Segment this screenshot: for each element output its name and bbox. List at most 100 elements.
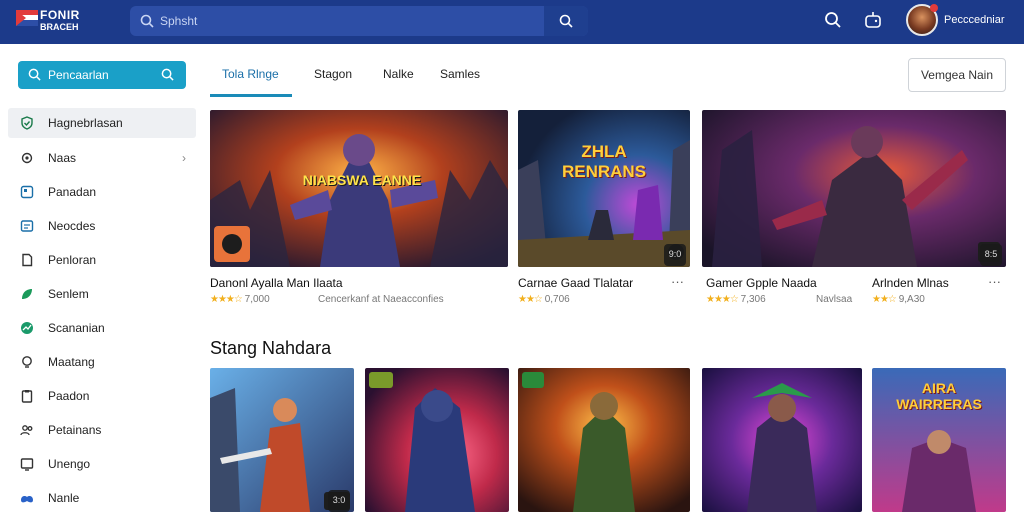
game-title-0[interactable]: Danonl Ayalla Man Ilaata — [210, 276, 343, 290]
game-rating-count: 0,706 — [544, 294, 570, 305]
rating-stars-icon: ★★★☆ — [706, 294, 739, 305]
bulb-icon — [22, 356, 32, 368]
sidebar: Pencaarlan Hagnebrlasan Naas › Panadan N… — [0, 44, 200, 512]
notification-dot — [930, 4, 938, 12]
gamepad-icon — [21, 496, 33, 503]
sidebar-item-label: Nanle — [48, 491, 80, 505]
clipboard-icon — [21, 390, 33, 403]
sidebar-item-7[interactable]: Maatang — [8, 347, 196, 377]
game-rating-2: ★★★☆ 7,306 — [706, 294, 766, 305]
people-icon — [20, 425, 33, 436]
sidebar-search-label: Pencaarlan — [48, 68, 109, 82]
search-icon — [140, 14, 154, 28]
search-button[interactable] — [544, 6, 588, 36]
game-card-0[interactable]: NIABSWA EANNE — [210, 110, 508, 267]
rating-stars-icon: ★★☆ — [518, 294, 543, 305]
search-icon — [559, 14, 573, 28]
image-icon — [20, 220, 34, 232]
game-card-row2-4[interactable]: AIRA WAIRRERAS — [872, 368, 1006, 512]
game-card-row2-3[interactable] — [702, 368, 862, 512]
flag-logo-icon — [16, 10, 38, 26]
game-art-0 — [210, 110, 508, 267]
sidebar-search-button[interactable]: Pencaarlan — [18, 61, 186, 89]
game-card-2[interactable] — [702, 110, 1006, 267]
more-options-icon[interactable]: ··· — [671, 274, 684, 289]
game-rating-0: ★★★☆ 7,000 — [210, 294, 270, 305]
gear-icon — [21, 152, 33, 164]
shield-check-icon — [21, 116, 33, 130]
sidebar-item-9[interactable]: Petainans — [8, 415, 196, 445]
search-icon — [28, 68, 41, 81]
game-art-row2-1 — [365, 368, 509, 512]
sidebar-item-10[interactable]: Unengo — [8, 449, 196, 479]
sidebar-item-label: Scananian — [48, 321, 105, 335]
game-rating-count: 7,000 — [244, 294, 270, 305]
sidebar-item-label: Unengo — [48, 457, 91, 471]
game-rating-3: ★★☆ 9,A30 — [872, 294, 925, 305]
sidebar-item-label: Penloran — [48, 253, 97, 267]
sidebar-item-3[interactable]: Neocdes — [8, 211, 196, 241]
sidebar-item-6[interactable]: Scananian — [8, 313, 196, 343]
sidebar-item-11[interactable]: Nanle — [8, 483, 196, 513]
section-title: Stang Nahdara — [210, 338, 332, 358]
sidebar-item-label: Neocdes — [48, 219, 96, 233]
game-title-2[interactable]: Gamer Gpple Naada — [706, 276, 817, 290]
search-icon — [161, 68, 174, 81]
chart-icon — [21, 322, 33, 334]
duration-badge: 8:5 — [980, 244, 1002, 266]
duration-badge: 9:0 — [664, 244, 686, 266]
game-art-title: NIABSWA EANNE — [302, 172, 422, 188]
sidebar-item-label: Maatang — [48, 355, 95, 369]
tab-nalke[interactable]: Nalke — [383, 67, 414, 81]
game-card-row2-2[interactable] — [518, 368, 690, 512]
rating-stars-icon: ★★☆ — [872, 294, 897, 305]
search-input[interactable] — [160, 11, 540, 31]
sidebar-item-label: Panadan — [48, 185, 97, 199]
sidebar-item-label: Senlem — [48, 287, 89, 301]
game-art-row2-3 — [702, 368, 862, 512]
sidebar-item-2[interactable]: Panadan — [8, 177, 196, 207]
app-logo[interactable]: FONIR BRACEH — [16, 8, 80, 36]
game-extra-2: Navlsaa — [816, 294, 853, 305]
gamepad-icon[interactable] — [864, 11, 882, 29]
game-rating-count: 7,306 — [740, 294, 766, 305]
game-title-3[interactable]: Arlnden Mlnas — [872, 276, 949, 290]
sidebar-item-label: Petainans — [48, 423, 102, 437]
game-title-1[interactable]: Carnae Gaad Tlalatar — [518, 276, 633, 290]
document-icon — [22, 253, 33, 267]
active-tab-indicator — [210, 94, 292, 97]
game-art-row2-2 — [518, 368, 690, 512]
duration-badge: 3:0 — [328, 490, 350, 512]
avatar[interactable] — [906, 4, 938, 36]
sidebar-item-0[interactable]: Hagnebrlasan — [8, 108, 196, 138]
sidebar-item-4[interactable]: Penloran — [8, 245, 196, 275]
tab-top[interactable]: Tola Rlnge — [222, 67, 279, 81]
game-art-title: ZHLA RENRANS — [561, 142, 647, 181]
username[interactable]: Pecccedniar — [944, 14, 1005, 26]
sidebar-item-label: Hagnebrlasan — [48, 116, 123, 130]
square-icon — [20, 185, 34, 199]
sidebar-item-1[interactable]: Naas › — [8, 143, 196, 173]
logo-text-bottom: BRACEH — [40, 22, 79, 32]
sidebar-item-label: Naas — [48, 151, 77, 165]
view-all-button[interactable]: Vemgea Nain — [908, 58, 1006, 92]
sidebar-item-label: Paadon — [48, 389, 90, 403]
chevron-right-icon: › — [182, 151, 186, 165]
tab-samles[interactable]: Samles — [440, 67, 480, 81]
search-bar — [130, 6, 588, 36]
sidebar-item-8[interactable]: Paadon — [8, 381, 196, 411]
tab-stagon[interactable]: Stagon — [314, 67, 352, 81]
game-art-1 — [518, 110, 690, 267]
screen-icon — [20, 458, 34, 471]
top-bar: FONIR BRACEH Pecccedniar — [0, 0, 1024, 44]
logo-text-top: FONIR — [40, 8, 80, 22]
sidebar-item-5[interactable]: Senlem — [8, 279, 196, 309]
game-card-row2-1[interactable] — [365, 368, 509, 512]
game-card-1[interactable]: ZHLA RENRANS — [518, 110, 690, 267]
leaf-icon — [22, 289, 32, 299]
game-rating-1: ★★☆ 0,706 — [518, 294, 570, 305]
search-icon[interactable] — [824, 11, 842, 29]
rating-stars-icon: ★★★☆ — [210, 294, 243, 305]
more-options-icon[interactable]: ··· — [988, 274, 1001, 289]
game-rating-count: 9,A30 — [898, 294, 925, 305]
